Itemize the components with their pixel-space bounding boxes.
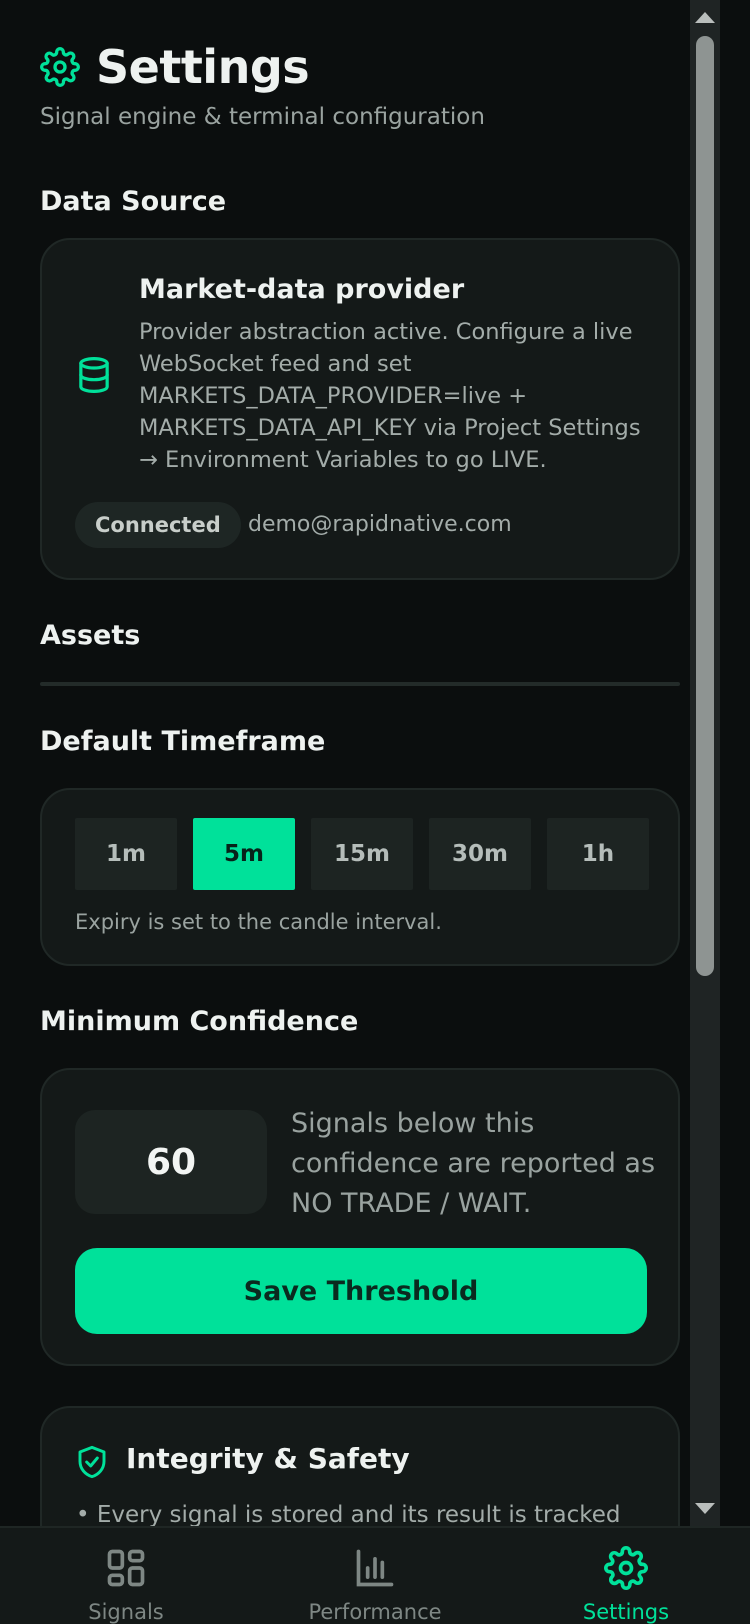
timeframe-option-30m[interactable]: 30m xyxy=(429,818,531,890)
tab-signals[interactable]: Signals xyxy=(78,1528,174,1624)
confidence-input[interactable]: 60 xyxy=(75,1110,267,1214)
timeframe-option-1h[interactable]: 1h xyxy=(547,818,649,890)
tab-label-signals: Signals xyxy=(88,1600,164,1624)
page-subtitle: Signal engine & terminal configuration xyxy=(40,104,485,130)
connection-status-badge: Connected xyxy=(75,502,241,548)
integrity-heading: Integrity & Safety xyxy=(126,1442,410,1475)
tab-settings[interactable]: Settings xyxy=(578,1528,674,1624)
page-title: Settings xyxy=(96,40,310,94)
bar-chart-icon xyxy=(356,1549,394,1587)
timeframe-option-15m[interactable]: 15m xyxy=(311,818,413,890)
grid-icon xyxy=(107,1549,145,1587)
tab-performance[interactable]: Performance xyxy=(305,1528,445,1624)
settings-screen: Settings Signal engine & terminal config… xyxy=(0,0,720,1526)
timeframe-card: 1m 5m 15m 30m 1h Expiry is set to the ca… xyxy=(40,788,680,966)
section-title-data-source: Data Source xyxy=(40,186,227,217)
scroll-up-arrow-icon[interactable] xyxy=(695,12,715,23)
integrity-bullet: • Every signal is stored and its result … xyxy=(76,1502,621,1526)
confidence-card: 60 Signals below this confidence are rep… xyxy=(40,1068,680,1366)
bottom-tab-bar: Signals Performance Settings xyxy=(0,1526,750,1624)
database-icon xyxy=(79,357,109,393)
save-threshold-button[interactable]: Save Threshold xyxy=(75,1248,647,1334)
assets-divider xyxy=(40,682,680,686)
section-title-confidence: Minimum Confidence xyxy=(40,1006,359,1037)
section-title-assets: Assets xyxy=(40,620,141,651)
tab-label-settings: Settings xyxy=(582,1600,670,1624)
integrity-card: Integrity & Safety • Every signal is sto… xyxy=(40,1406,680,1526)
gear-icon xyxy=(40,47,80,87)
gear-icon xyxy=(604,1546,648,1590)
page-header: Settings xyxy=(40,40,310,94)
shield-check-icon xyxy=(78,1445,106,1479)
scroll-down-arrow-icon[interactable] xyxy=(695,1503,715,1514)
timeframe-option-1m[interactable]: 1m xyxy=(75,818,177,890)
vertical-scrollbar[interactable] xyxy=(690,0,720,1526)
provider-heading: Market-data provider xyxy=(139,274,465,305)
account-email: demo@rapidnative.com xyxy=(248,512,512,537)
timeframe-selector: 1m 5m 15m 30m 1h xyxy=(75,818,649,890)
confidence-description: Signals below this confidence are report… xyxy=(291,1108,656,1219)
data-source-card: Market-data provider Provider abstractio… xyxy=(40,238,680,580)
section-title-timeframe: Default Timeframe xyxy=(40,726,326,757)
provider-description: Provider abstraction active. Configure a… xyxy=(139,319,641,473)
scrollbar-thumb[interactable] xyxy=(696,36,714,976)
tab-label-performance: Performance xyxy=(308,1600,442,1624)
timeframe-note: Expiry is set to the candle interval. xyxy=(75,910,442,934)
timeframe-option-5m[interactable]: 5m xyxy=(193,818,295,890)
